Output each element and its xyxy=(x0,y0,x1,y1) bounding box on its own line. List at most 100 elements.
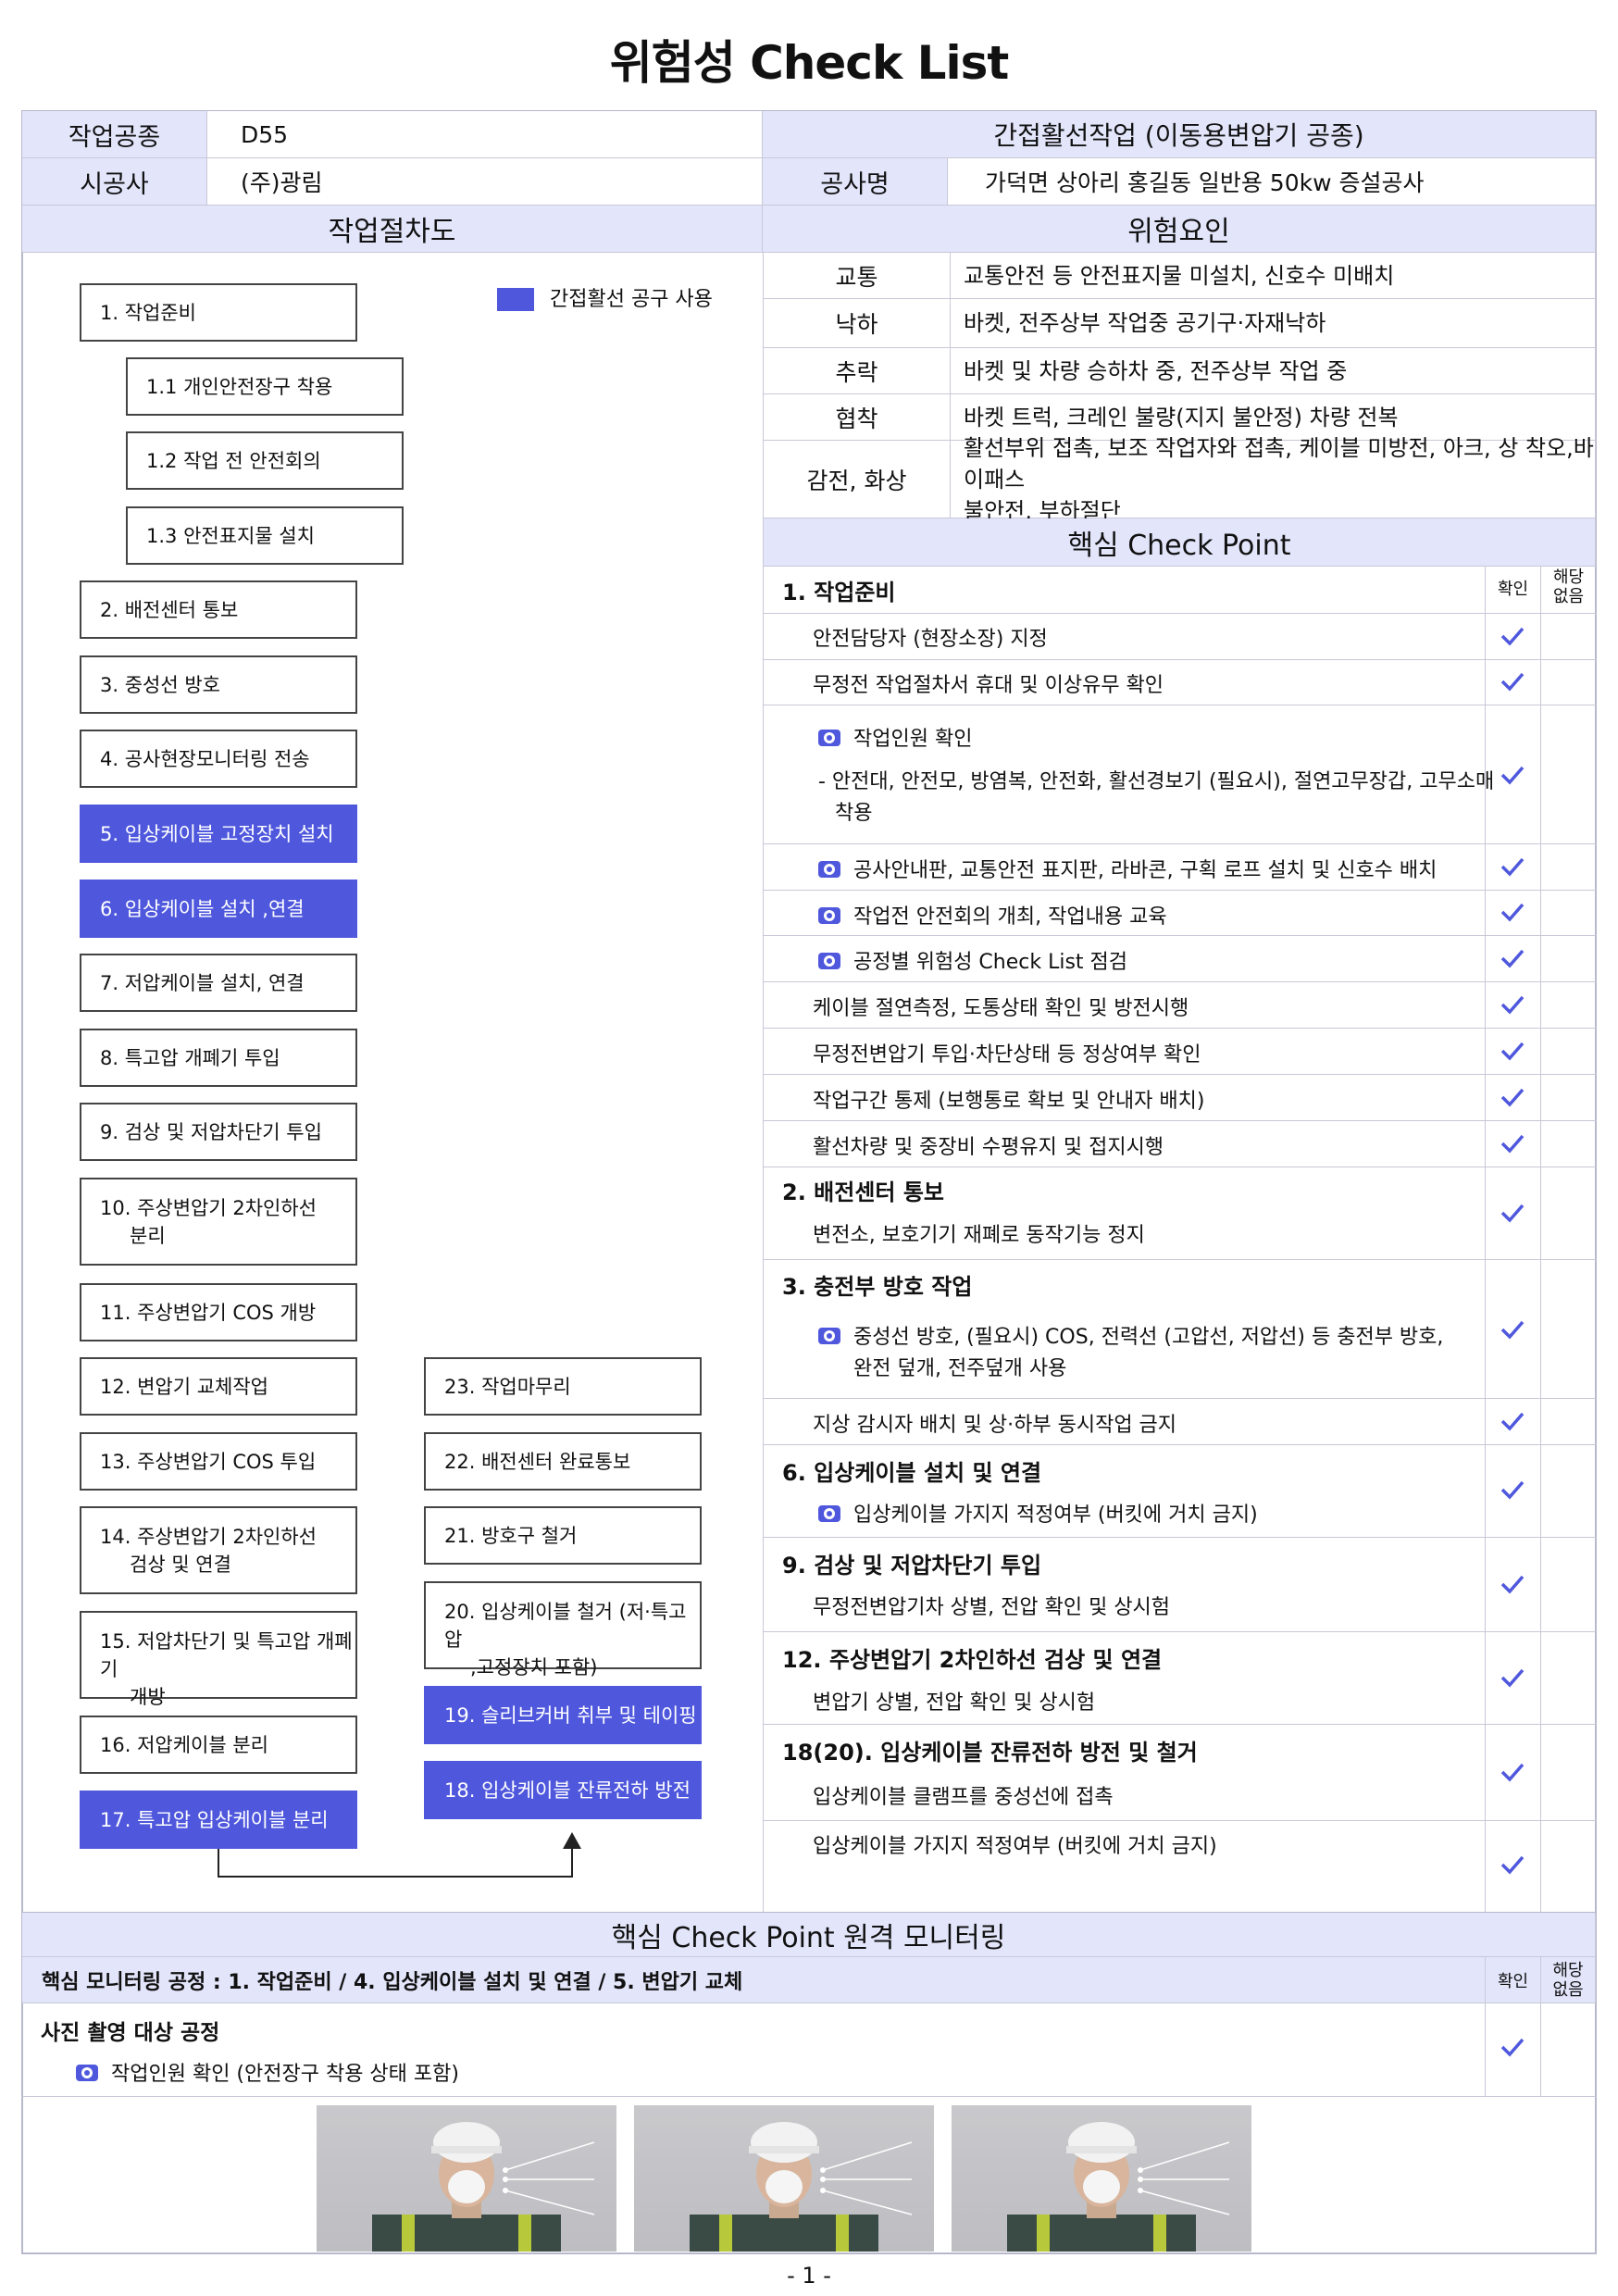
checkmark-icon[interactable] xyxy=(1499,1037,1526,1065)
row-line xyxy=(764,935,1596,936)
worker-photo xyxy=(952,2105,1251,2252)
checkmark-icon[interactable] xyxy=(1499,1199,1526,1227)
checklist-item-text: 입상케이블 가지지 적정여부 (버킷에 거치 금지) xyxy=(853,1504,1258,1527)
procedure-step: 1.2 작업 전 안전회의 xyxy=(126,431,404,490)
procedure-step: 13. 주상변압기 COS 투입 xyxy=(80,1432,357,1491)
hazards-title: 위험요인 xyxy=(763,206,1596,253)
procedure-step-text: 20. 입상케이블 철거 (저·특고압 xyxy=(444,1601,687,1651)
na-col-line xyxy=(1540,2003,1541,2096)
procedure-step-text: 14. 주상변압기 2차인하선 xyxy=(100,1526,317,1548)
checklist-item-photo: 작업전 안전회의 개최, 작업내용 교육 xyxy=(818,900,1167,930)
na-col-line xyxy=(1540,567,1541,1912)
row-line xyxy=(764,1398,1596,1399)
checkmark-icon[interactable] xyxy=(1499,853,1526,880)
monitoring-process: 핵심 모니터링 공정 : 1. 작업준비 / 4. 입상케이블 설치 및 연결 … xyxy=(42,1970,743,1994)
procedure-step: 10. 주상변압기 2차인하선 분리 xyxy=(80,1178,357,1266)
checkmark-icon[interactable] xyxy=(1499,622,1526,650)
checkmark-icon[interactable] xyxy=(1499,991,1526,1018)
hazard-text: 활선부위 접촉, 보조 작업자와 접촉, 케이블 미방전, 아크, 상 착오,바… xyxy=(964,434,1594,493)
row-line xyxy=(764,1120,1596,1121)
checklist-item: 변전소, 보호기기 재폐로 동작기능 정지 xyxy=(813,1224,1145,1247)
section-heading: 6. 입상케이블 설치 및 연결 xyxy=(782,1460,1042,1486)
photo-section-title: 사진 촬영 대상 공정 xyxy=(41,2021,220,2045)
section-heading: 3. 충전부 방호 작업 xyxy=(782,1274,973,1300)
section-heading: 2. 배전센터 통보 xyxy=(782,1179,945,1205)
procedure-step-text-line2: 검상 및 연결 xyxy=(130,1554,231,1576)
hazard-label: 교통 xyxy=(764,253,951,299)
monitoring-confirm-header: 확인 xyxy=(1486,1957,1541,2003)
flow-arrow xyxy=(218,1832,581,1878)
checkmark-icon[interactable] xyxy=(1499,668,1526,695)
hazard-label: 추락 xyxy=(764,348,951,394)
section-heading: 1. 작업준비 xyxy=(782,580,896,605)
checklist-item-photo: 공정별 위험성 Check List 점검 xyxy=(818,945,1127,975)
hazard-text: 바켓 및 차량 승하차 중, 전주상부 작업 중 xyxy=(951,348,1596,394)
hazard-label: 협착 xyxy=(764,394,951,441)
checkmark-icon[interactable] xyxy=(1499,1316,1526,1343)
procedure-step: 1.1 개인안전장구 착용 xyxy=(126,357,404,416)
checkmark-icon[interactable] xyxy=(1499,1758,1526,1786)
checkmark-icon[interactable] xyxy=(1499,2033,1526,2061)
procedure-step: 12. 변압기 교체작업 xyxy=(80,1357,357,1416)
procedure-step-text: 15. 저압차단기 및 특고압 개폐기 xyxy=(100,1630,353,1680)
procedure-title: 작업절차도 xyxy=(22,206,763,253)
checkmark-icon[interactable] xyxy=(1499,944,1526,972)
row-line xyxy=(764,1074,1596,1075)
checklist-item: 활선차량 및 중장비 수평유지 및 접지시행 xyxy=(813,1136,1164,1159)
checkmark-icon[interactable] xyxy=(1499,1851,1526,1878)
work-type-value: D55 xyxy=(207,111,763,158)
na-header-2: 없음 xyxy=(1552,587,1585,606)
procedure-step: 3. 중성선 방호 xyxy=(80,655,357,714)
row-line xyxy=(764,1631,1596,1632)
camera-icon xyxy=(818,861,840,878)
photo-item-row: 작업인원 확인 (안전장구 착용 상태 포함) xyxy=(76,2057,459,2087)
checklist-item-text: 공정별 위험성 Check List 점검 xyxy=(853,951,1128,974)
checkmark-icon[interactable] xyxy=(1499,1083,1526,1111)
photo-item-text: 작업인원 확인 (안전장구 착용 상태 포함) xyxy=(111,2063,459,2086)
checklist-item-line2: 완전 덮개, 전주덮개 사용 xyxy=(853,1357,1067,1380)
section-heading: 12. 주상변압기 2차인하선 검상 및 연결 xyxy=(782,1647,1163,1673)
camera-icon xyxy=(818,1328,840,1344)
checklist-item-text: 작업전 안전회의 개최, 작업내용 교육 xyxy=(853,905,1167,929)
hazard-text-block: 활선부위 접촉, 보조 작업자와 접촉, 케이블 미방전, 아크, 상 착오,바… xyxy=(951,435,1596,524)
camera-icon xyxy=(818,1505,840,1522)
procedure-step: 2. 배전센터 통보 xyxy=(80,580,357,639)
row-line xyxy=(22,2096,1596,2097)
checklist-item: 작업구간 통제 (보행통로 확보 및 안내자 배치) xyxy=(813,1090,1205,1113)
row-line xyxy=(764,613,1596,614)
row-line xyxy=(764,843,1596,844)
checklist-item-text: 공사안내판, 교통안전 표지판, 라바콘, 구획 로프 설치 및 신호수 배치 xyxy=(853,859,1438,882)
monitoring-na-header: 해당 없음 xyxy=(1541,1957,1596,2003)
checkmark-icon[interactable] xyxy=(1499,1407,1526,1435)
section-heading: 18(20). 입상케이블 잔류전하 방전 및 철거 xyxy=(782,1740,1198,1766)
procedure-step: 1. 작업준비 xyxy=(80,283,357,342)
checkmark-icon[interactable] xyxy=(1499,1129,1526,1157)
legend-label: 간접활선 공구 사용 xyxy=(550,288,713,311)
procedure-step: 21. 방호구 철거 xyxy=(424,1506,702,1565)
camera-icon xyxy=(818,730,840,746)
camera-icon xyxy=(818,907,840,924)
procedure-step-highlight: 5. 입상케이블 고정장치 설치 xyxy=(80,805,357,863)
monitoring-process-row: 핵심 모니터링 공정 : 1. 작업준비 / 4. 입상케이블 설치 및 연결 … xyxy=(22,1957,1486,2003)
checklist-item: 무정전 작업절차서 휴대 및 이상유무 확인 xyxy=(813,674,1164,697)
procedure-step: 16. 저압케이블 분리 xyxy=(80,1716,357,1774)
legend-swatch xyxy=(497,288,534,311)
checklist-item: 무정전변압기차 상별, 전압 확인 및 상시험 xyxy=(813,1596,1171,1619)
row-line xyxy=(764,981,1596,982)
work-category: 간접활선작업 (이동용변압기 공종) xyxy=(763,111,1596,158)
procedure-step: 22. 배전센터 완료통보 xyxy=(424,1432,702,1491)
procedure-step: 4. 공사현장모니터링 전송 xyxy=(80,730,357,788)
confirm-label: 확인 xyxy=(1497,1971,1529,1991)
work-type-label: 작업공종 xyxy=(22,111,207,158)
checkmark-icon[interactable] xyxy=(1499,1570,1526,1598)
checklist-item: 케이블 절연측정, 도통상태 확인 및 방전시행 xyxy=(813,997,1189,1020)
procedure-step-highlight: 18. 입상케이블 잔류전하 방전 xyxy=(424,1761,702,1819)
row-line xyxy=(764,1537,1596,1538)
hazard-label: 감전, 화상 xyxy=(764,441,951,518)
camera-icon xyxy=(818,953,840,969)
checkmark-icon[interactable] xyxy=(1499,1664,1526,1691)
checkmark-icon[interactable] xyxy=(1499,761,1526,789)
procedure-step-text: 10. 주상변압기 2차인하선 xyxy=(100,1197,317,1219)
checkmark-icon[interactable] xyxy=(1499,898,1526,926)
checkmark-icon[interactable] xyxy=(1499,1476,1526,1504)
